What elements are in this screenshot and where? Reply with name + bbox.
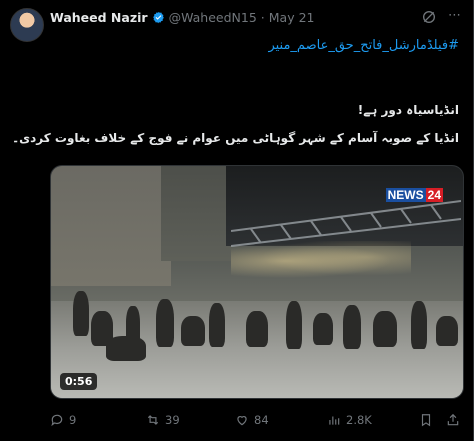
- reply-button[interactable]: 9: [50, 413, 76, 427]
- views-count: 2.8K: [346, 413, 372, 427]
- grok-icon[interactable]: [421, 9, 437, 25]
- retweet-icon: [147, 415, 159, 425]
- bookmark-icon: [421, 414, 431, 427]
- bookmark-button[interactable]: [419, 413, 433, 427]
- tweet-text-line-1: انڈیاسیاہ دور ہے!: [357, 103, 459, 117]
- reply-count: 9: [69, 413, 77, 427]
- video-player[interactable]: NEWS 24 0:56: [50, 165, 464, 399]
- retweet-button[interactable]: 39: [146, 413, 180, 427]
- like-icon: [237, 416, 247, 426]
- tweet[interactable]: Waheed Nazir @WaheedN15 · May 21 ⋯ #فیلڈ…: [0, 0, 474, 441]
- share-icon: [447, 413, 459, 426]
- reply-icon: [51, 414, 63, 427]
- more-icon[interactable]: ⋯: [448, 8, 462, 23]
- retweet-count: 39: [165, 413, 180, 427]
- action-bar: 9 39 84 2.8K: [50, 413, 462, 431]
- author-name[interactable]: Waheed Nazir: [50, 10, 148, 25]
- verified-icon: [152, 11, 164, 23]
- tweet-header: Waheed Nazir @WaheedN15 · May 21: [50, 8, 315, 26]
- video-duration-badge: 0:56: [60, 373, 98, 390]
- views-button[interactable]: 2.8K: [327, 413, 372, 427]
- hashtag-link[interactable]: #فیلڈمارشل_فاتح_حق_عاصم_منیر: [268, 38, 459, 53]
- author-handle[interactable]: @WaheedN15: [169, 10, 257, 25]
- tweet-date[interactable]: May 21: [269, 10, 315, 25]
- share-button[interactable]: [446, 413, 460, 427]
- video-frame-wall: [161, 166, 231, 261]
- tweet-text-line-2: انڈیا کے صوبہ آسام کے شہر گوہاٹی میں عوا…: [12, 131, 459, 145]
- like-count: 84: [254, 413, 269, 427]
- like-button[interactable]: 84: [235, 413, 269, 427]
- news24-logo: NEWS 24: [385, 188, 443, 202]
- avatar[interactable]: [10, 8, 44, 42]
- separator: ·: [260, 9, 265, 25]
- views-icon: [329, 416, 340, 425]
- video-frame-crowd: [51, 261, 463, 361]
